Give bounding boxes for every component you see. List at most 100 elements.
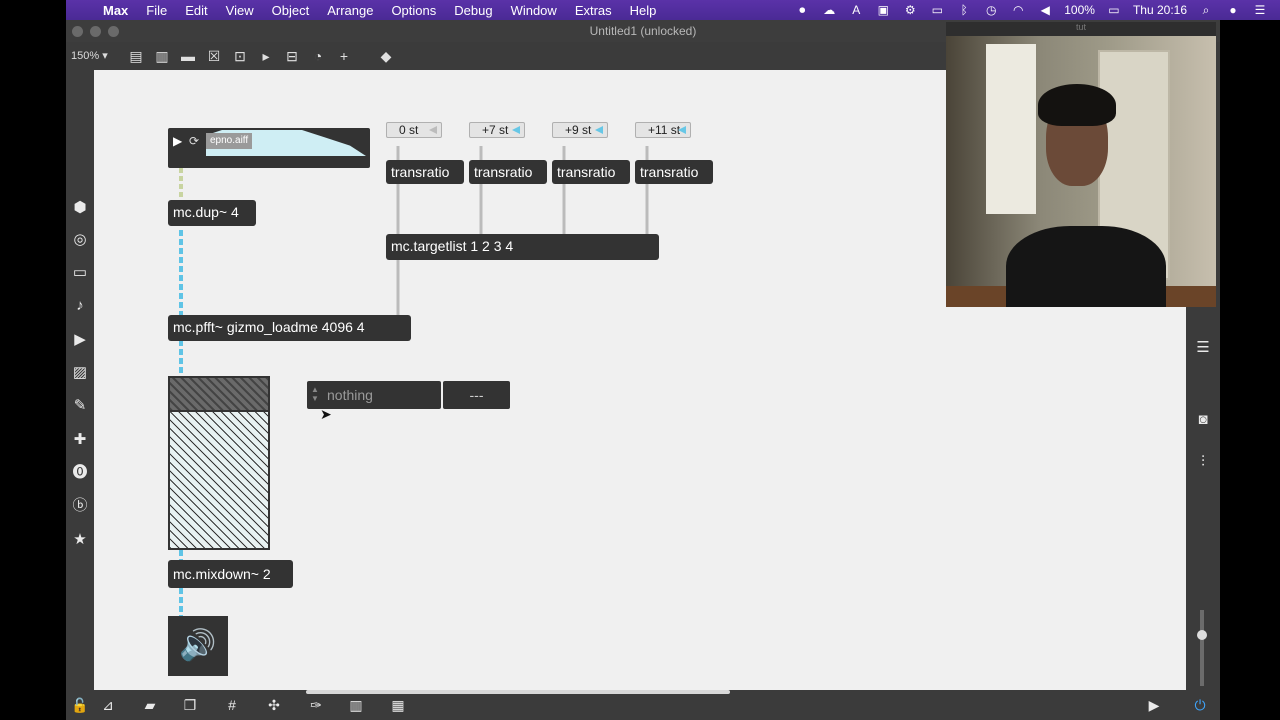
cloud-upload-icon[interactable]: ☁ [821,3,837,17]
playlist-player[interactable]: ▶ ⟳ epno.aiff [168,128,370,168]
menu-view[interactable]: View [217,3,263,18]
webcam-person-hair [1038,84,1116,126]
number-object-icon[interactable]: ▸ [256,46,276,66]
play-icon[interactable]: ▶ [173,134,182,148]
mc-mixdown-object[interactable]: mc.mixdown~ 2 [168,560,293,588]
webcam-window [986,44,1036,214]
audio-play-icon[interactable]: ▶ [1144,695,1164,715]
toggle-object-icon[interactable]: ⊡ [230,46,250,66]
transratio-object-2[interactable]: transratio [469,160,547,184]
audio-power-icon[interactable]: ⏻ [1190,695,1210,715]
player-filename: epno.aiff [206,133,253,149]
lock-icon[interactable]: 🔓 [70,695,90,715]
time-machine-icon[interactable]: ◷ [983,3,999,17]
image-icon[interactable]: ▨ [70,363,90,383]
screen: Max File Edit View Object Arrange Option… [0,0,1280,720]
dial-object-icon[interactable]: ◔ [308,46,328,66]
packages-icon[interactable]: ⬢ [70,198,90,218]
volume-icon[interactable]: ◀ [1037,3,1053,17]
umenu-dropdown[interactable]: ▲ ▼ nothing [307,381,441,409]
transratio-object-4[interactable]: transratio [635,160,713,184]
comment-icon[interactable]: ▬ [178,46,198,66]
menu-options[interactable]: Options [382,3,445,18]
number-box-9st[interactable]: +9 st [552,122,608,138]
transratio-object-1[interactable]: transratio [386,160,464,184]
volume-slider-track[interactable] [1197,610,1207,686]
bottom-toolbar: 🔓 ⊿ ▰ ❐ # ✣ ✑ ▥ ▦ ▶ ⏻ [66,690,1220,720]
adobe-icon[interactable]: A [848,3,864,17]
airplay-icon[interactable]: ▭ [929,3,945,17]
mc-dup-object[interactable]: mc.dup~ 4 [168,200,256,226]
number-box-11st[interactable]: +11 st [635,122,691,138]
siri-icon[interactable]: ● [1225,3,1241,17]
app-tray-icon[interactable]: ▣ [875,3,891,17]
slider-object-icon[interactable]: ⊟ [282,46,302,66]
device-icon[interactable]: ▭ [70,263,90,283]
button-object-icon[interactable]: ☒ [204,46,224,66]
menu-extras[interactable]: Extras [566,3,621,18]
loop-icon[interactable]: ⟳ [189,134,199,148]
piano-keys-icon[interactable]: ▥ [346,695,366,715]
record-icon[interactable]: ⏺ [794,3,810,17]
paperclip-icon[interactable]: ✎ [70,396,90,416]
gear-tray-icon[interactable]: ⚙ [902,3,918,17]
list-view-icon[interactable]: ☰ [1193,338,1213,358]
wrench-icon[interactable]: ✑ [306,695,326,715]
keyboard-icon[interactable]: ▦ [388,695,408,715]
menu-app-name[interactable]: Max [94,3,137,18]
number-box-value: 0 st [399,123,419,137]
bluetooth-icon[interactable]: ᛒ [956,3,972,17]
grid-icon[interactable]: # [222,695,242,715]
targetlist-object[interactable]: mc.targetlist 1 2 3 4 [386,234,659,260]
zoom-window-button[interactable] [108,26,119,37]
wifi-icon[interactable]: ◠ [1010,3,1026,17]
layers-icon[interactable]: ❐ [180,695,200,715]
transratio-object-3[interactable]: transratio [552,160,630,184]
clock[interactable]: Thu 20:16 [1133,3,1187,17]
number-box-0st[interactable]: 0 st [386,122,442,138]
music-note-icon[interactable]: ♪ [70,296,90,316]
menu-edit[interactable]: Edit [176,3,216,18]
menu-arrange[interactable]: Arrange [318,3,382,18]
menu-debug[interactable]: Debug [445,3,501,18]
new-object-icon[interactable]: ▤ [126,46,146,66]
menu-help[interactable]: Help [621,3,666,18]
vizzie-icon[interactable]: ⓿ [70,463,90,483]
menu-object[interactable]: Object [263,3,319,18]
ezdac-speaker-icon[interactable]: 🔊 [168,616,228,676]
volume-slider-knob[interactable] [1197,630,1207,640]
message-box[interactable]: --- [443,381,510,409]
horizontal-scrollbar[interactable] [306,690,730,694]
number-box-7st[interactable]: +7 st [469,122,525,138]
puzzle-icon[interactable]: ✚ [70,430,90,450]
left-sidebar: ⬢ ◎ ▭ ♪ ▶ ▨ ✎ ✚ ⓿ ⓑ ★ [66,70,94,690]
debug-probe-icon[interactable]: ✣ [264,695,284,715]
search-icon[interactable]: ⌕ [1198,3,1214,17]
mouse-cursor-icon: ➤ [320,406,332,422]
presentation-icon[interactable]: ⊿ [98,695,118,715]
mixer-icon[interactable]: ⫶ [1193,452,1213,472]
star-icon[interactable]: ★ [70,530,90,550]
close-window-button[interactable] [72,26,83,37]
multichannel-scope[interactable] [168,376,270,550]
menu-list-icon[interactable]: ☰ [1252,3,1268,17]
menu-file[interactable]: File [137,3,176,18]
number-box-value: +7 st [482,123,509,137]
paint-bucket-icon[interactable]: ◆ [376,46,396,66]
battery-icon[interactable]: ▭ [1106,3,1122,17]
snapshot-camera-icon[interactable]: ◙ [1193,410,1213,430]
target-icon[interactable]: ◎ [70,230,90,250]
scope-header [170,378,268,412]
zoom-menu[interactable]: 150% ▾ [71,49,108,62]
beap-icon[interactable]: ⓑ [70,496,90,516]
menu-window[interactable]: Window [502,3,566,18]
mc-pfft-object[interactable]: mc.pfft~ gizmo_loadme 4096 4 [168,315,411,341]
new-message-icon[interactable]: ▥ [152,46,172,66]
window-title: Untitled1 (unlocked) [589,24,697,38]
number-box-value: +9 st [565,123,592,137]
comment-bubble-icon[interactable]: ▰ [140,695,160,715]
number-box-arrow-icon [429,126,437,134]
minimize-window-button[interactable] [90,26,101,37]
add-object-icon[interactable]: + [334,46,354,66]
media-icon[interactable]: ▶ [70,330,90,350]
